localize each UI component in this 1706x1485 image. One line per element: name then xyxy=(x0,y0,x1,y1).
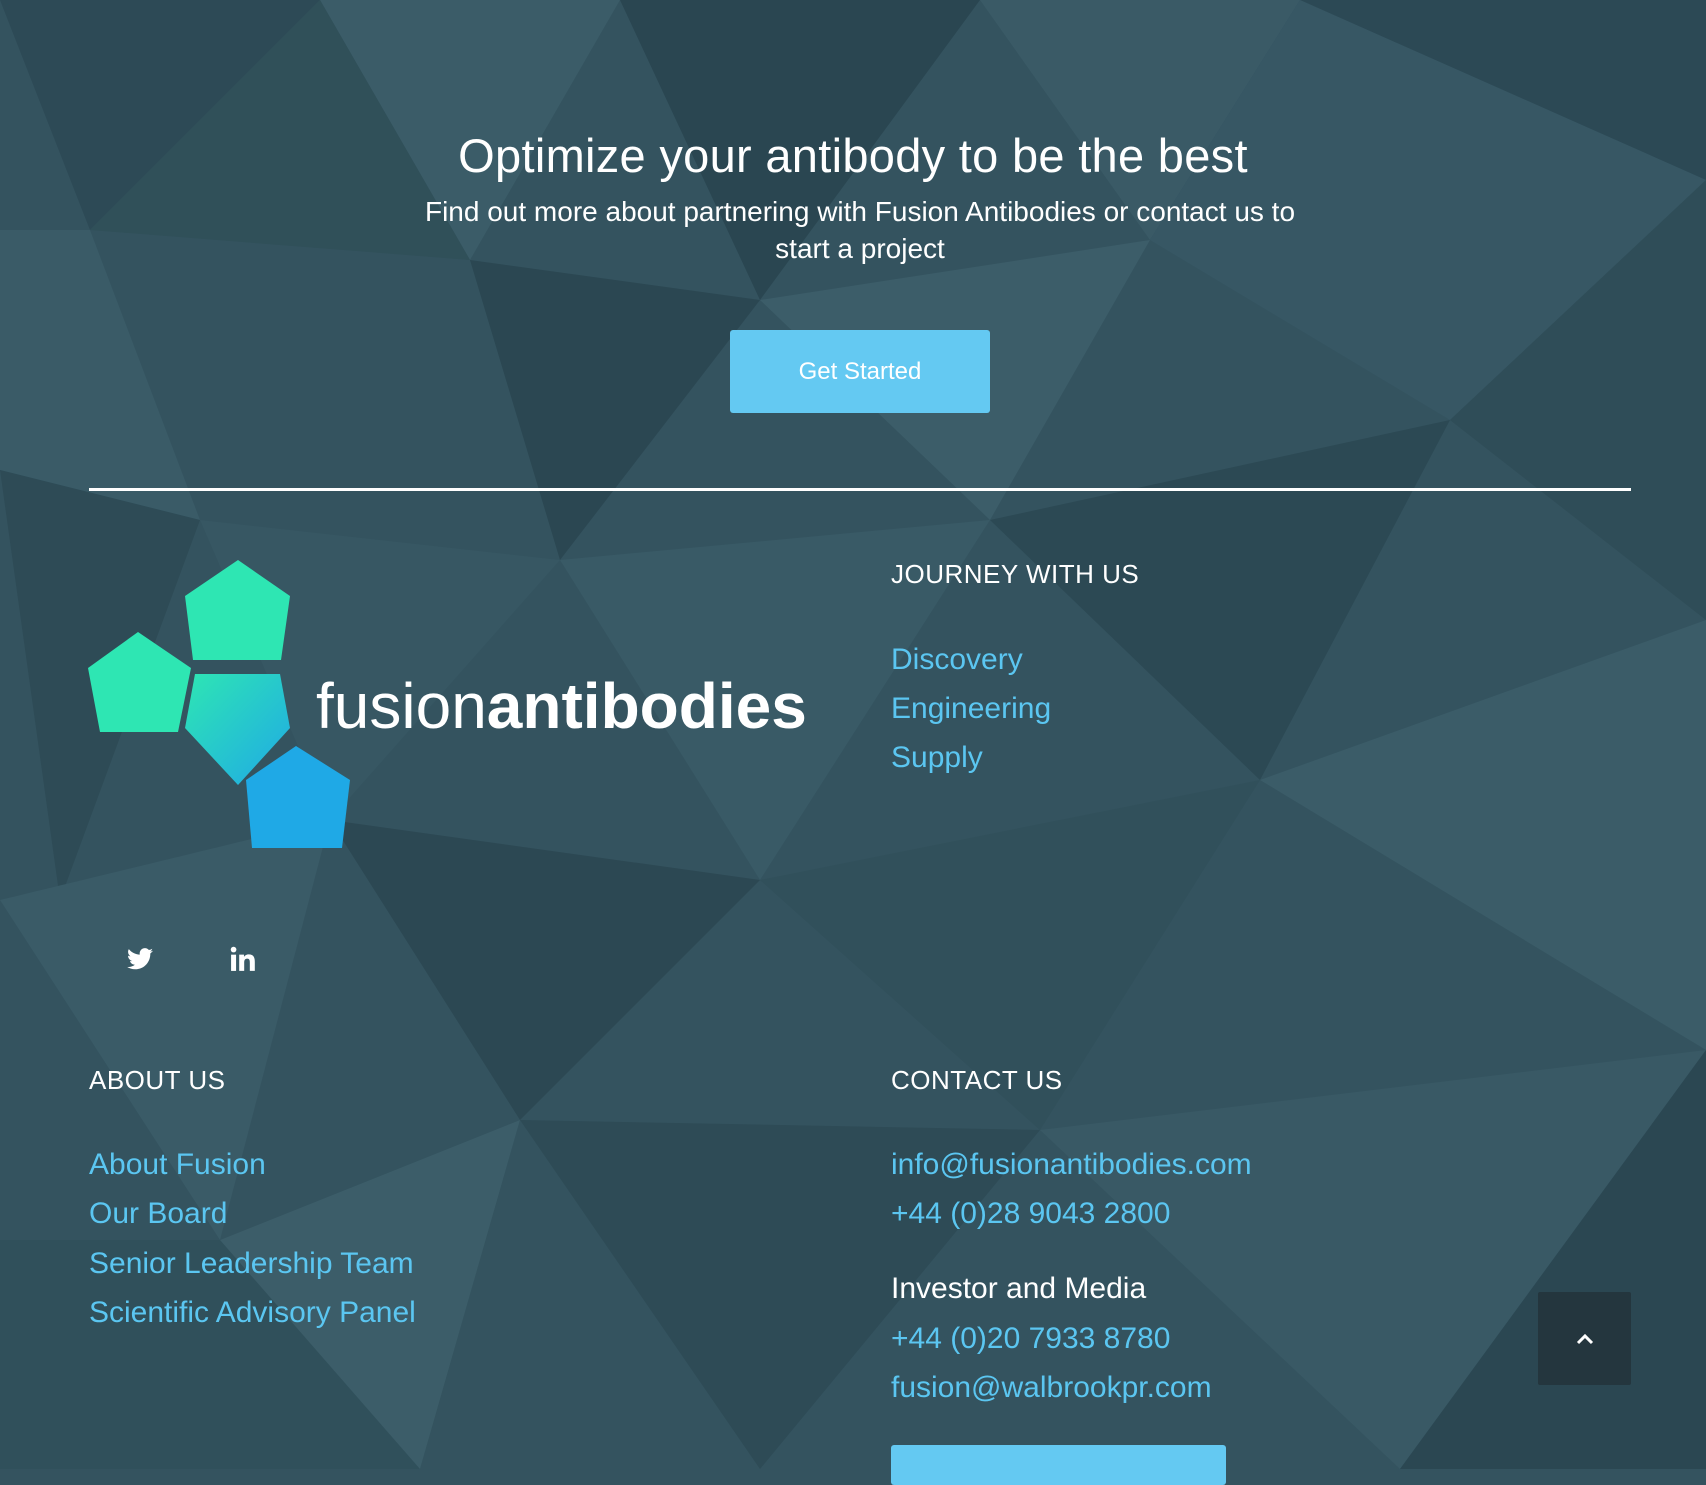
contact-phone-link[interactable]: +44 (0)28 9043 2800 xyxy=(891,1194,1170,1234)
journey-heading: JOURNEY WITH US xyxy=(891,559,1140,589)
cta-subheading: Find out more about partnering with Fusi… xyxy=(424,196,1296,264)
about-link-scientific-advisory[interactable]: Scientific Advisory Panel xyxy=(89,1293,416,1333)
investor-media-label: Investor and Media xyxy=(891,1272,1147,1305)
chevron-up-icon xyxy=(1576,1333,1593,1344)
linkedin-link[interactable] xyxy=(221,937,265,981)
back-to-top-button[interactable] xyxy=(1538,1292,1631,1385)
twitter-icon xyxy=(127,948,153,970)
linkedin-icon xyxy=(230,946,255,971)
about-link-our-board[interactable]: Our Board xyxy=(89,1194,227,1234)
journey-link-engineering[interactable]: Engineering xyxy=(891,689,1051,729)
get-started-button[interactable]: Get Started xyxy=(730,330,990,413)
about-link-about-fusion[interactable]: About Fusion xyxy=(89,1145,266,1185)
fusion-antibodies-logo[interactable]: fusionantibodies xyxy=(88,558,808,852)
logo-text-antibodies: antibodies xyxy=(487,670,807,742)
logo-text-fusion: fusion xyxy=(316,670,487,742)
logo-pentagon-bottom xyxy=(246,746,350,848)
twitter-link[interactable] xyxy=(118,937,162,981)
contact-email-link[interactable]: info@fusionantibodies.com xyxy=(891,1145,1252,1185)
svg-text:fusionantibodies: fusionantibodies xyxy=(316,670,807,742)
investor-phone-link[interactable]: +44 (0)20 7933 8780 xyxy=(891,1319,1170,1359)
about-link-senior-leadership[interactable]: Senior Leadership Team xyxy=(89,1244,414,1284)
footer-divider xyxy=(89,488,1631,491)
investor-email-link[interactable]: fusion@walbrookpr.com xyxy=(891,1368,1212,1408)
logo-pentagon-top xyxy=(185,560,290,660)
about-heading: ABOUT US xyxy=(89,1065,226,1095)
newsletter-button[interactable] xyxy=(891,1445,1226,1485)
journey-link-discovery[interactable]: Discovery xyxy=(891,640,1023,680)
cta-heading: Optimize your antibody to be the best xyxy=(458,129,1248,182)
logo-pentagon-left xyxy=(88,632,191,732)
journey-link-supply[interactable]: Supply xyxy=(891,738,983,778)
contact-heading: CONTACT US xyxy=(891,1065,1063,1095)
